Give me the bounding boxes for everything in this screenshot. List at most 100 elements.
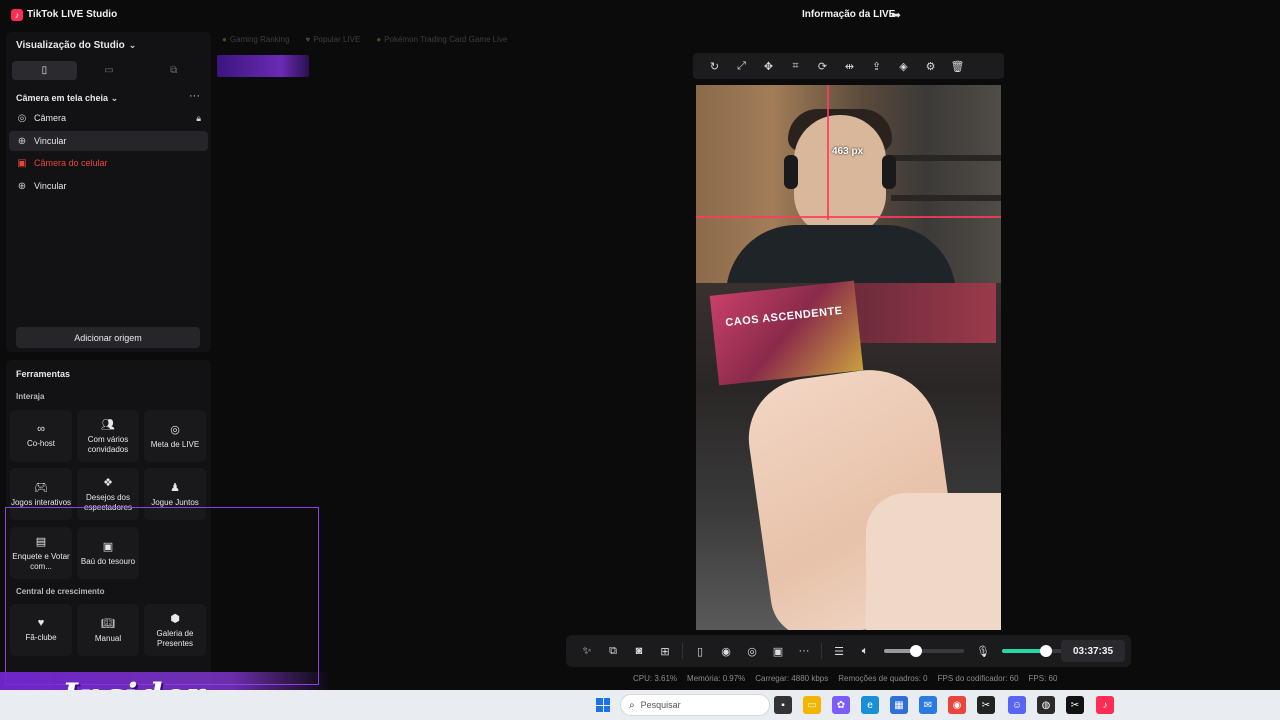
- bring-front-icon[interactable]: ⇪: [863, 60, 890, 73]
- source-label: Vincular: [34, 136, 67, 146]
- banner-thumbnail[interactable]: [217, 55, 309, 77]
- tiktok-live-studio-icon[interactable]: ♪: [1096, 696, 1114, 714]
- capcut-icon-2[interactable]: ✂: [1066, 696, 1084, 714]
- tools-title: Ferramentas: [16, 369, 71, 379]
- ranking-popular[interactable]: ♥ Popular LIVE: [305, 35, 360, 44]
- section-interact: Interaja: [16, 392, 45, 401]
- magic-wand-icon[interactable]: ✨︎: [574, 645, 600, 658]
- target-icon: ◎: [170, 423, 180, 436]
- phone-camera-icon: ▣: [17, 157, 27, 169]
- crop-icon[interactable]: ⌗: [782, 60, 809, 73]
- tool-label: Meta de LIVE: [150, 439, 200, 449]
- ranking-bar: ● Gaming Ranking ♥ Popular LIVE ● Pokémon T…: [222, 35, 507, 44]
- volume-knob[interactable]: [910, 645, 922, 657]
- mixer-icon[interactable]: ☰: [826, 645, 852, 658]
- copilot-icon[interactable]: ✿: [832, 696, 850, 714]
- source-phone-camera[interactable]: ▣ Câmera do celular: [9, 153, 208, 173]
- live-info-button[interactable]: Informação da LIVE: [802, 9, 895, 20]
- more-icon[interactable]: ···: [189, 90, 200, 102]
- title-bar: ♪ TikTok LIVE Studio Informação da LIVE …: [0, 0, 1280, 30]
- tool-cohost[interactable]: ∞ Co-host: [10, 410, 72, 462]
- stat-encoder-fps: FPS do codificador: 60: [937, 674, 1019, 683]
- studio-view-label: Visualização do Studio: [16, 40, 125, 51]
- alignment-guide-vertical: [827, 85, 829, 220]
- add-media-icon[interactable]: ⊞: [652, 645, 678, 658]
- studio-view-dropdown[interactable]: Visualização do Studio ⌄: [16, 40, 136, 51]
- capcut-icon[interactable]: ✂: [977, 696, 995, 714]
- ranking-pokemon[interactable]: ● Pokémon Trading Card Game Live: [376, 35, 507, 44]
- phone-icon[interactable]: ▯: [687, 645, 713, 658]
- orientation-tabs: ▯ ▭ ⧉: [12, 61, 206, 80]
- tool-live-goal[interactable]: ◎ Meta de LIVE: [144, 410, 206, 462]
- tool-multi-guest[interactable]: 👥︎ Com vários convidados: [77, 410, 139, 462]
- mail-icon[interactable]: ✉: [919, 696, 937, 714]
- gift-grid-icon: ❖: [103, 476, 113, 489]
- camera-effect-icon[interactable]: ◎: [739, 645, 765, 658]
- users-icon: 👥︎: [101, 418, 115, 431]
- record-icon[interactable]: ◉: [713, 645, 739, 658]
- highlight-frame: [5, 507, 319, 685]
- portrait-tab[interactable]: ▯: [12, 61, 77, 80]
- share-icon[interactable]: ➦: [891, 8, 901, 22]
- volume-slider[interactable]: [884, 645, 964, 657]
- resize-icon[interactable]: ⤢: [728, 60, 755, 73]
- source-label: Câmera do celular: [34, 158, 108, 168]
- landscape-tab[interactable]: ▭: [77, 61, 142, 80]
- rotate-icon[interactable]: ⟳: [809, 60, 836, 73]
- tool-label: Jogue Juntos: [151, 497, 199, 507]
- discord-icon[interactable]: ☺: [1008, 696, 1026, 714]
- ranking-gaming[interactable]: ● Gaming Ranking: [222, 35, 289, 44]
- stat-memory: Memória: 0.97%: [687, 674, 746, 683]
- task-view-icon[interactable]: ▪: [774, 696, 792, 714]
- stat-fps: FPS: 60: [1028, 674, 1058, 683]
- link-icon: ∞: [37, 423, 45, 435]
- stream-preview[interactable]: CAOS ASCENDENTE 463 px: [696, 85, 1001, 630]
- mic-knob[interactable]: [1040, 645, 1052, 657]
- source-link-1[interactable]: ⊕ Vincular: [9, 131, 208, 151]
- source-link-2[interactable]: ⊕ Vincular: [9, 176, 208, 196]
- taskbar-search[interactable]: ⌕ Pesquisar: [620, 694, 770, 716]
- source-toolbar: ↻ ⤢ ✥ ⌗ ⟳ ⇹ ⇪ ◈ ⚙ 🗑︎: [693, 53, 1004, 79]
- source-camera[interactable]: ◎ Câmera 🔒︎: [9, 108, 208, 128]
- card-box: [846, 283, 996, 343]
- settings-icon[interactable]: ⚙: [917, 60, 944, 73]
- tool-label: Co-host: [26, 439, 55, 448]
- dual-tab[interactable]: ⧉: [141, 61, 206, 80]
- flip-icon[interactable]: ⇹: [836, 60, 863, 73]
- layers-icon[interactable]: ◈: [890, 60, 917, 73]
- alignment-guide-horizontal: [696, 216, 1001, 218]
- camera-icon: ◎: [17, 112, 27, 124]
- tool-label: Jogos interativos: [10, 497, 72, 507]
- obs-icon[interactable]: ◍: [1037, 696, 1055, 714]
- file-explorer-icon[interactable]: ▭: [803, 696, 821, 714]
- windows-start-icon[interactable]: [596, 698, 610, 712]
- video-icon[interactable]: ▣: [765, 645, 791, 658]
- add-source-button[interactable]: Adicionar origem: [16, 327, 200, 348]
- trash-icon[interactable]: 🗑︎: [944, 60, 971, 73]
- scene-dropdown[interactable]: Câmera em tela cheia ⌄: [16, 93, 118, 104]
- store-icon[interactable]: ▦: [890, 696, 908, 714]
- speaker-icon[interactable]: 🔈︎: [852, 645, 878, 658]
- chevron-down-icon: ⌄: [110, 93, 119, 103]
- add-scene-icon[interactable]: ⧉: [600, 645, 626, 658]
- edge-icon[interactable]: e: [861, 696, 879, 714]
- screenshot-icon[interactable]: ◙: [626, 645, 652, 657]
- phone-camera-feed: CAOS ASCENDENTE: [696, 280, 1001, 630]
- more-icon[interactable]: ···: [791, 645, 817, 657]
- arm: [866, 493, 1001, 630]
- person-icon: ♟: [170, 481, 180, 494]
- refresh-icon[interactable]: ↻: [701, 60, 728, 73]
- stat-dropped: Remoções de quadros: 0: [838, 674, 928, 683]
- source-label: Vincular: [34, 181, 67, 191]
- tiktok-logo-icon: ♪: [11, 9, 23, 21]
- app-title: TikTok LIVE Studio: [27, 9, 118, 20]
- live-timer: 03:37:35: [1061, 640, 1125, 662]
- position-icon[interactable]: ✥: [755, 60, 782, 73]
- search-icon: ⌕: [629, 699, 635, 711]
- gamepad-icon: 🎮︎: [34, 481, 48, 494]
- studio-panel: Visualização do Studio ⌄ ▯ ▭ ⧉ Câmera em …: [6, 32, 211, 352]
- chrome-icon[interactable]: ◉: [948, 696, 966, 714]
- lock-icon[interactable]: 🔒︎: [196, 113, 201, 124]
- microphone-icon[interactable]: 🎙︎: [970, 645, 996, 658]
- windows-taskbar: ⌕ Pesquisar ▪ ▭ ✿ e ▦ ✉ ◉ ✂ ☺ ◍ ✂ ♪: [0, 690, 1280, 720]
